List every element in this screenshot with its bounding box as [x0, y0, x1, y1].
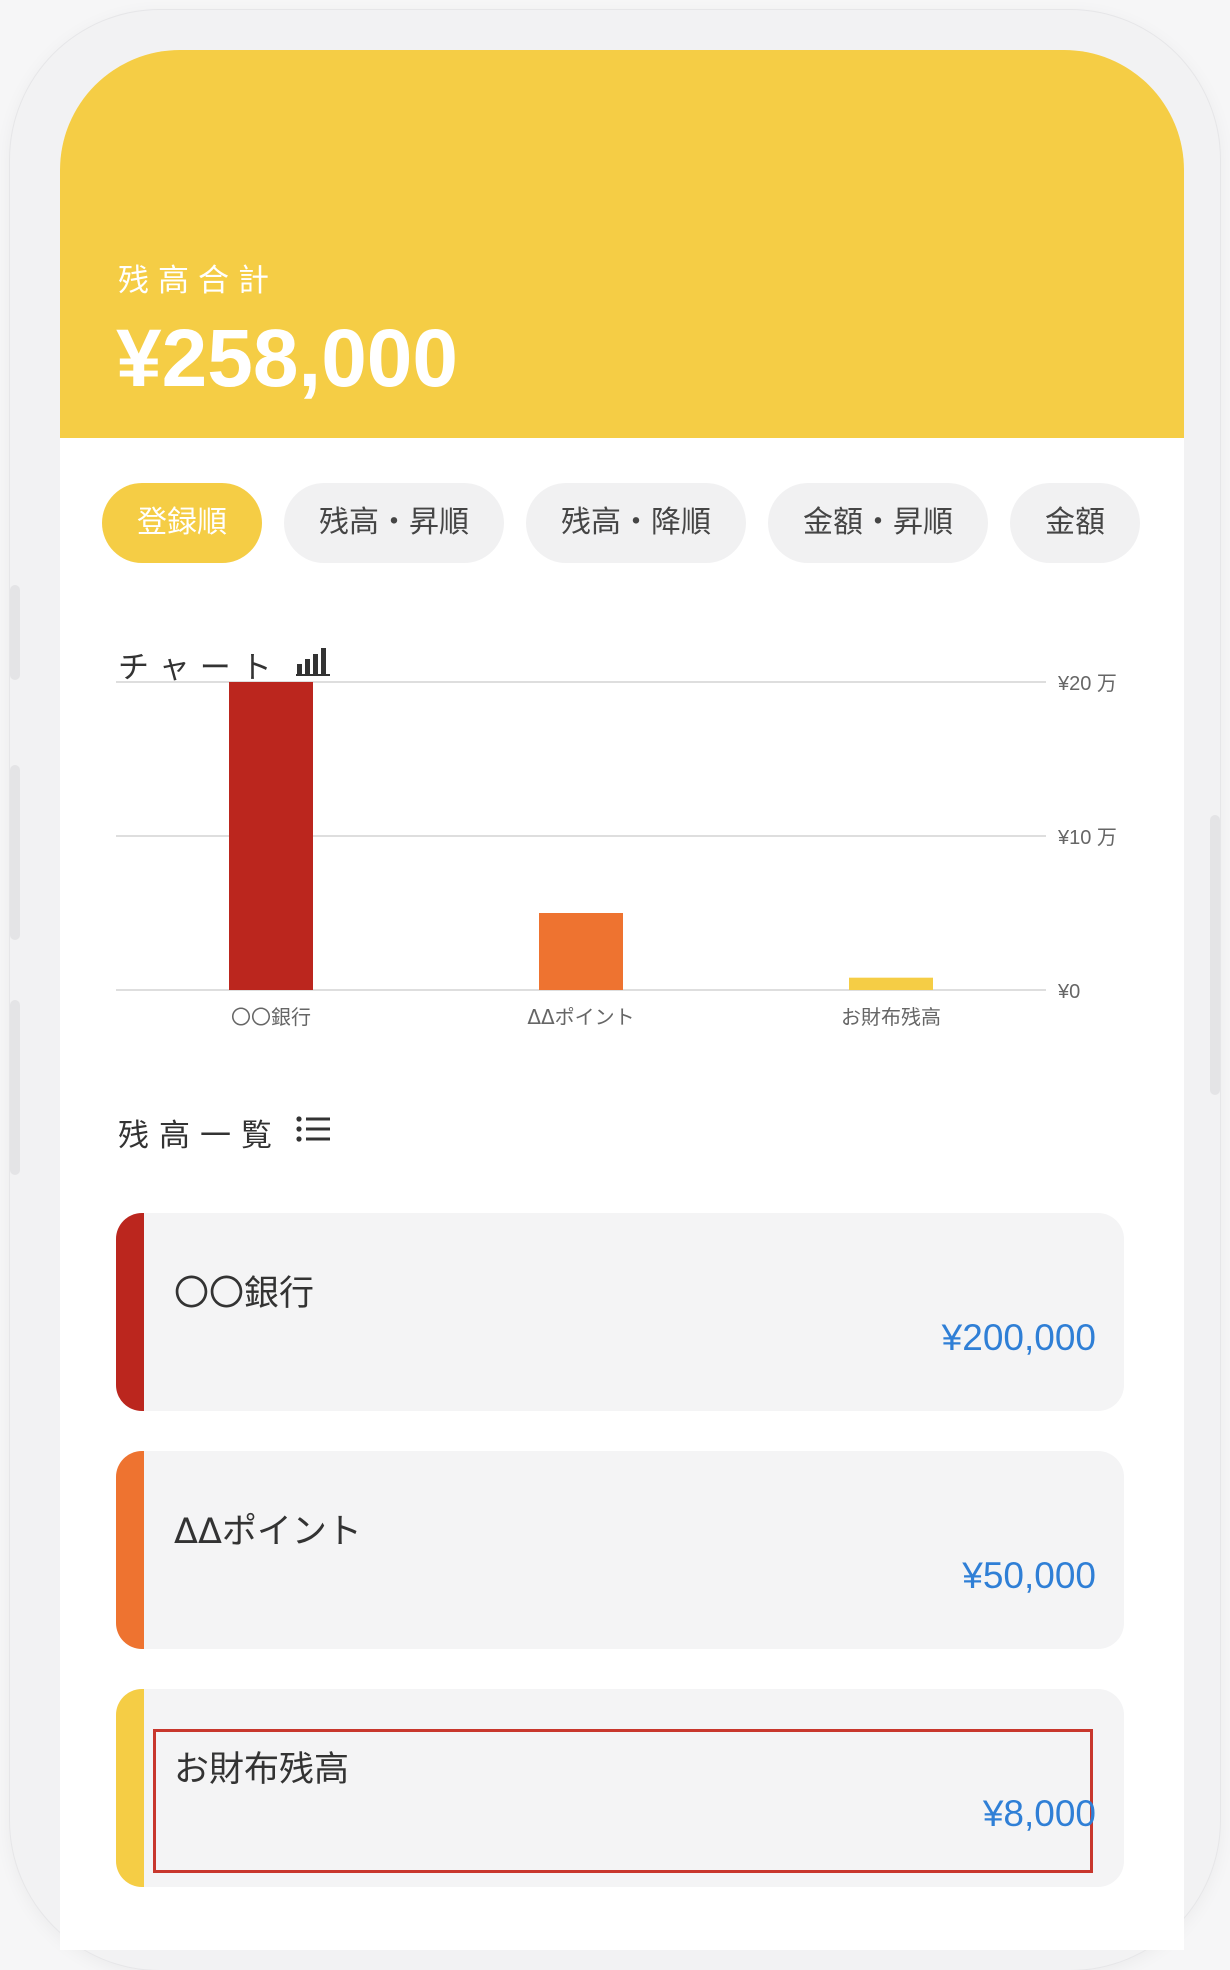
balance-card-points[interactable]: ΔΔポイント ¥50,000 — [116, 1451, 1124, 1649]
y-tick-label: ¥20 万 — [1057, 673, 1117, 695]
tab-balance-ascending[interactable]: 残高・昇順 — [284, 483, 504, 563]
card-account-name: お財布残高 — [174, 1750, 350, 1790]
card-amount: ¥8,000 — [982, 1793, 1096, 1834]
phone-frame: 残高合計 ¥258,000 登録順 残高・昇順 残高・降順 金額・昇順 金額 チャート … — [10, 10, 1220, 1970]
card-color-bar — [116, 1213, 144, 1411]
list-icon — [296, 1115, 332, 1151]
app-screen: 残高合計 ¥258,000 登録順 残高・昇順 残高・降順 金額・昇順 金額 チャート … — [60, 50, 1184, 1950]
tab-balance-descending[interactable]: 残高・降順 — [526, 483, 746, 563]
list-title-text: 残高一覧 — [118, 1118, 282, 1154]
balance-card-wallet[interactable]: お財布残高 ¥8,000 — [116, 1689, 1124, 1887]
card-color-bar — [116, 1451, 144, 1649]
total-balance-value: ¥258,000 — [116, 313, 459, 404]
balance-bar-chart: ¥20 万 ¥10 万 ¥0 〇〇銀行 ΔΔポイント お財布残高 — [116, 673, 1117, 1029]
sort-tabs: 登録順 残高・昇順 残高・降順 金額・昇順 金額 — [102, 483, 1164, 565]
tab-amount[interactable]: 金額 — [1010, 483, 1140, 563]
bar-0[interactable] — [229, 682, 313, 990]
volume-up-button — [10, 765, 20, 940]
card-account-name: ΔΔポイント — [174, 1512, 362, 1552]
card-amount: ¥50,000 — [962, 1555, 1096, 1596]
list-section-title: 残高一覧 — [118, 1110, 332, 1155]
balance-chart: ¥20 万 ¥10 万 ¥0 〇〇銀行 ΔΔポイント お財布残高 — [116, 670, 1184, 1090]
balance-header: 残高合計 ¥258,000 — [60, 50, 1184, 438]
volume-down-button — [10, 1000, 20, 1175]
x-tick-label: ΔΔポイント — [527, 1005, 634, 1029]
bar-1[interactable] — [539, 913, 623, 990]
power-button — [1210, 815, 1220, 1095]
total-balance-label: 残高合計 — [118, 263, 278, 299]
card-color-bar — [116, 1689, 144, 1887]
tab-amount-ascending[interactable]: 金額・昇順 — [768, 483, 988, 563]
bar-2[interactable] — [849, 977, 933, 990]
balance-card-bank[interactable]: 〇〇銀行 ¥200,000 — [116, 1213, 1124, 1411]
x-tick-label: 〇〇銀行 — [231, 1005, 311, 1029]
tab-registration-order[interactable]: 登録順 — [102, 483, 262, 563]
y-tick-label: ¥10 万 — [1057, 827, 1117, 849]
y-tick-label: ¥0 — [1057, 981, 1080, 1003]
x-tick-label: お財布残高 — [841, 1005, 941, 1029]
card-amount: ¥200,000 — [941, 1317, 1096, 1358]
card-account-name: 〇〇銀行 — [174, 1274, 315, 1314]
side-button — [10, 585, 20, 680]
